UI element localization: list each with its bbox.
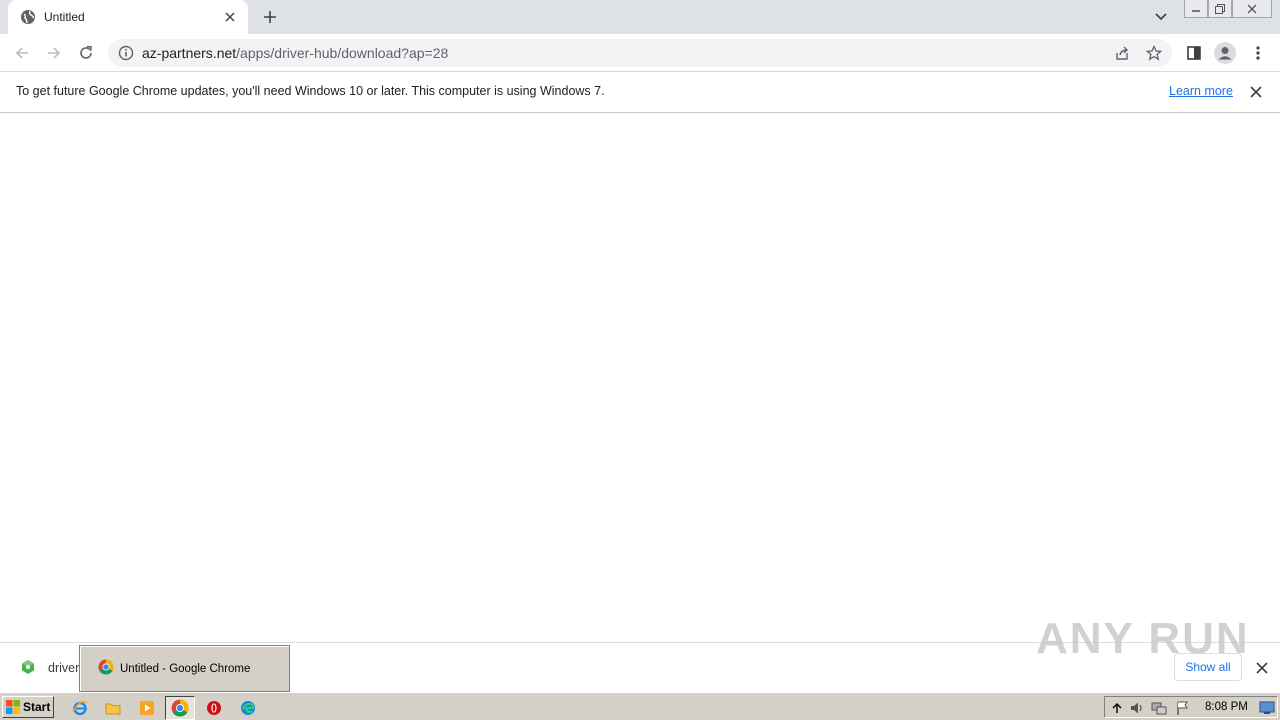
new-tab-button[interactable] <box>259 6 281 28</box>
address-bar[interactable]: az-partners.net/apps/driver-hub/download… <box>108 39 1172 67</box>
download-file-icon <box>20 659 36 678</box>
start-label: Start <box>23 700 51 714</box>
page-content <box>0 113 1280 642</box>
forward-button[interactable] <box>42 41 66 65</box>
windows-taskbar: Start 8:08 PM <box>0 692 1280 720</box>
action-center-flag-icon[interactable] <box>1175 700 1191 716</box>
system-tray: 8:08 PM <box>1104 696 1278 718</box>
browser-toolbar: az-partners.net/apps/driver-hub/download… <box>0 34 1280 72</box>
file-explorer-icon[interactable] <box>103 698 123 718</box>
tab-close-icon[interactable] <box>222 9 238 25</box>
tab-title: Untitled <box>44 10 85 24</box>
menu-kebab-icon[interactable] <box>1247 42 1269 64</box>
tray-expand-icon[interactable] <box>1109 700 1125 716</box>
infobar-close-icon[interactable] <box>1248 84 1264 100</box>
url-text[interactable]: az-partners.net/apps/driver-hub/download… <box>142 45 448 61</box>
chrome-icon <box>98 659 114 678</box>
profile-avatar-icon[interactable] <box>1214 42 1236 64</box>
close-window-button[interactable] <box>1232 0 1272 18</box>
infobar-message: To get future Google Chrome updates, you… <box>16 84 605 98</box>
site-info-icon[interactable] <box>118 45 134 61</box>
reload-button[interactable] <box>74 41 98 65</box>
edge-icon[interactable] <box>238 698 258 718</box>
side-panel-icon[interactable] <box>1183 42 1205 64</box>
opera-icon[interactable] <box>204 698 224 718</box>
update-infobar: To get future Google Chrome updates, you… <box>0 72 1280 113</box>
url-path: /apps/driver-hub/download?ap=28 <box>236 45 449 61</box>
bookmark-star-icon[interactable] <box>1145 44 1163 62</box>
globe-icon <box>20 9 36 25</box>
volume-icon[interactable] <box>1129 700 1145 716</box>
show-all-button[interactable]: Show all <box>1174 653 1242 681</box>
thumbnail-title: Untitled - Google Chrome <box>120 662 251 675</box>
share-icon[interactable] <box>1113 44 1131 62</box>
network-icon[interactable] <box>1151 700 1167 716</box>
media-player-icon[interactable] <box>137 698 157 718</box>
browser-tab[interactable]: Untitled <box>8 0 248 34</box>
tab-search-chevron-icon[interactable] <box>1152 8 1170 26</box>
back-button[interactable] <box>10 41 34 65</box>
windows-flag-icon <box>6 700 20 714</box>
learn-more-link[interactable]: Learn more <box>1169 84 1233 98</box>
shelf-close-icon[interactable] <box>1254 660 1270 676</box>
start-button[interactable]: Start <box>2 696 54 718</box>
internet-explorer-icon[interactable] <box>70 698 90 718</box>
tab-strip: Untitled <box>0 0 1280 34</box>
minimize-button[interactable] <box>1184 0 1208 18</box>
clock[interactable]: 8:08 PM <box>1205 701 1248 713</box>
taskbar-window-thumbnail[interactable]: Untitled - Google Chrome <box>79 645 290 692</box>
chrome-taskbar-icon[interactable] <box>165 696 195 720</box>
download-file-name: driver <box>48 661 80 675</box>
restore-button[interactable] <box>1208 0 1232 18</box>
show-desktop-icon[interactable] <box>1259 700 1275 716</box>
url-host: az-partners.net <box>142 45 237 61</box>
